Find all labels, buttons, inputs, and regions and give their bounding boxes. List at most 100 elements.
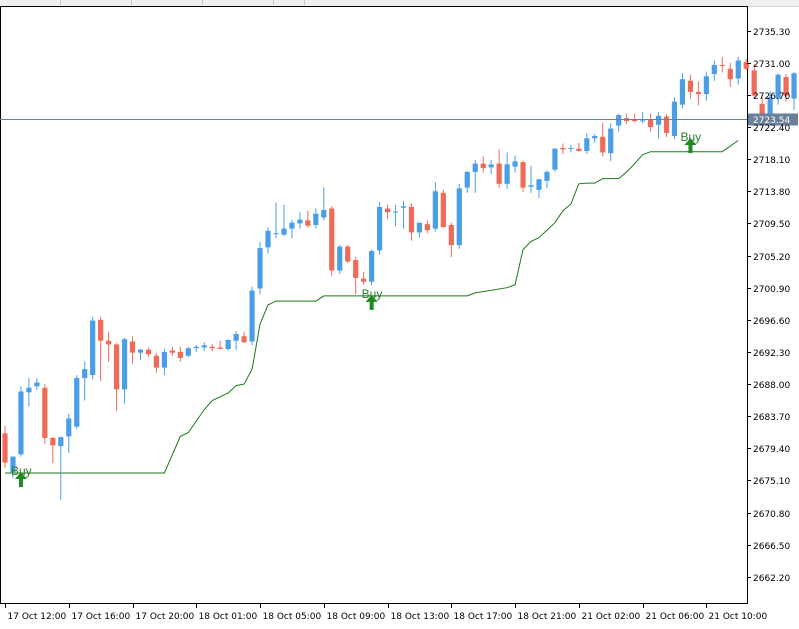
candle-body	[289, 222, 295, 229]
candle-body	[600, 136, 606, 153]
candle-body	[161, 351, 167, 368]
candle-bearish	[560, 143, 566, 154]
candle-body	[42, 387, 48, 438]
candle-body	[26, 387, 32, 393]
candle-body	[552, 148, 558, 170]
candle-body	[153, 355, 160, 368]
candle-body	[337, 246, 343, 271]
candle-body	[313, 213, 319, 225]
candle-body	[2, 433, 8, 463]
candle-body	[129, 341, 136, 353]
candle-body	[488, 164, 494, 168]
candle-body	[345, 246, 351, 262]
candle-bearish	[209, 343, 215, 352]
y-tick-label: 2705.20	[753, 253, 790, 263]
x-tick-label: 21 Oct 10:00	[709, 612, 768, 622]
candle-bearish	[2, 425, 8, 468]
x-tick-label: 18 Oct 01:00	[199, 612, 258, 622]
candle-body	[408, 206, 415, 233]
candle-bullish	[121, 337, 128, 404]
candle-bearish	[241, 331, 247, 343]
candle-bullish	[584, 133, 590, 154]
plot-border	[0, 6, 748, 604]
candle-bearish	[632, 113, 638, 123]
candle-bullish	[321, 187, 327, 221]
candles-group	[2, 56, 797, 500]
candle-bullish	[703, 71, 709, 101]
candle-body	[472, 163, 478, 172]
candle-bullish	[193, 345, 199, 352]
candle-body	[121, 339, 128, 390]
candle-bullish	[552, 147, 558, 172]
candle-bearish	[695, 81, 701, 106]
candle-bearish	[496, 149, 502, 188]
candle-bullish	[265, 227, 271, 254]
candle-bullish	[472, 159, 478, 193]
candle-body	[241, 336, 247, 343]
candle-bullish	[337, 245, 343, 275]
candle-body	[576, 148, 582, 151]
y-tick-label: 2709.50	[753, 220, 790, 230]
buy-signal: Buy	[362, 287, 382, 310]
candle-bearish	[177, 346, 183, 362]
candle-body	[209, 346, 215, 349]
candle-bullish	[528, 165, 534, 193]
candle-bullish	[297, 212, 303, 229]
candle-bearish	[424, 220, 431, 234]
candle-bearish	[408, 203, 415, 241]
candle-body	[536, 179, 542, 190]
candle-body	[329, 208, 335, 271]
y-tick-label: 2696.60	[753, 317, 790, 327]
candle-bullish	[679, 73, 686, 109]
candle-body	[177, 351, 183, 358]
y-tick-label: 2700.90	[753, 285, 790, 295]
x-tick-label: 21 Oct 06:00	[646, 612, 705, 622]
candle-bearish	[687, 74, 694, 99]
current-price-group: 2723.54	[0, 113, 798, 126]
candle-bullish	[544, 170, 550, 189]
candle-bullish	[608, 123, 614, 162]
candle-body	[568, 147, 574, 149]
candle-body	[273, 233, 279, 235]
candle-body	[464, 171, 470, 188]
candle-bullish	[392, 204, 399, 227]
candle-bearish	[624, 113, 630, 125]
y-tick-label: 2679.40	[753, 445, 790, 455]
candle-body	[321, 209, 327, 218]
x-tick-label: 21 Oct 02:00	[582, 612, 641, 622]
candle-body	[416, 222, 423, 233]
candle-body	[496, 163, 502, 184]
x-tick-label: 18 Oct 21:00	[518, 612, 577, 622]
candle-body	[560, 147, 566, 150]
candle-body	[281, 228, 287, 235]
x-axis: 17 Oct 12:00 17 Oct 16:00 17 Oct 20:00 18 O…	[5, 603, 768, 622]
candle-body	[137, 349, 144, 353]
candle-body	[376, 206, 383, 251]
candle-body	[400, 206, 407, 208]
candle-body	[217, 347, 223, 349]
candle-bullish	[536, 178, 542, 199]
candle-body	[735, 60, 741, 79]
candle-bullish	[257, 242, 263, 295]
x-tick-label: 17 Oct 16:00	[72, 612, 131, 622]
candle-bearish	[329, 206, 335, 276]
candle-body	[608, 128, 614, 154]
candle-body	[233, 334, 239, 341]
candle-bullish	[185, 346, 191, 358]
candle-bearish	[129, 336, 136, 364]
x-tick-label: 18 Oct 13:00	[391, 612, 450, 622]
candle-bearish	[719, 56, 725, 73]
candle-bullish	[273, 202, 279, 239]
candle-bullish	[791, 71, 797, 110]
candle-body	[584, 138, 590, 151]
candle-body	[512, 161, 518, 167]
price-chart[interactable]: Buy Buy Buy 2723.54 2735.30 2731.00 2726.70 2…	[0, 0, 799, 629]
x-tick-label: 18 Oct 17:00	[454, 612, 513, 622]
candle-body	[193, 346, 199, 349]
candle-body	[655, 115, 662, 125]
candle-body	[50, 437, 56, 446]
candle-bullish	[504, 152, 510, 190]
candle-bearish	[153, 352, 160, 373]
candle-bullish	[464, 171, 470, 193]
candle-body	[424, 224, 431, 231]
